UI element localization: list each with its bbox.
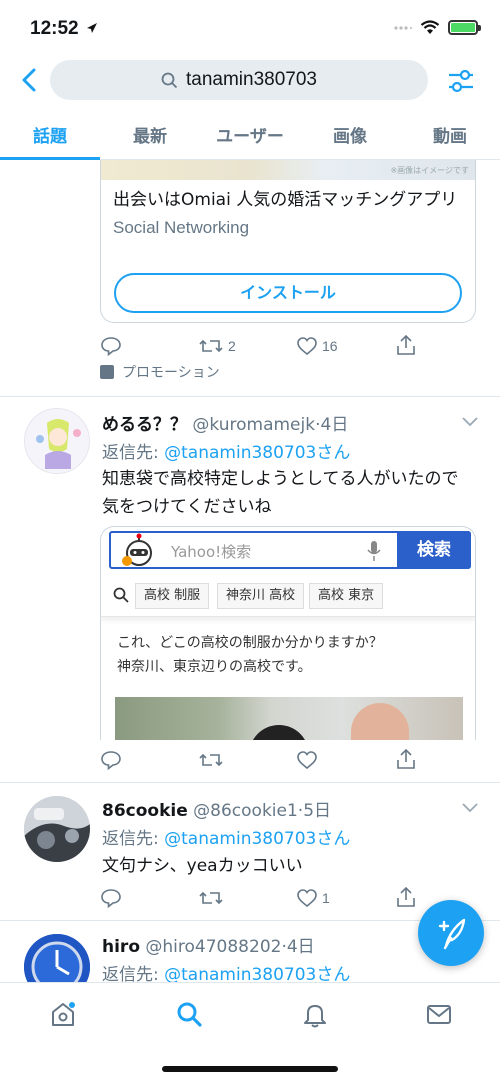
reply-target-link[interactable]: @tanamin380703さん xyxy=(164,965,350,982)
tweet-text: 文句ナシ、yeaカッコいい xyxy=(102,856,303,876)
chevron-down-icon[interactable] xyxy=(460,802,480,814)
timestamp: 4日 xyxy=(286,937,315,957)
promoted-text: プロモーション xyxy=(122,365,220,381)
search-icon xyxy=(161,72,178,88)
location-arrow-icon xyxy=(87,23,97,33)
like-count: 16 xyxy=(322,338,338,354)
avatar-photo xyxy=(24,796,90,862)
status-time: 12:52 xyxy=(30,18,79,39)
reply-to: 返信先: @tanamin380703さん xyxy=(102,438,350,463)
heart-icon[interactable] xyxy=(296,750,318,770)
like-action[interactable]: 1 xyxy=(296,888,330,908)
tab-latest[interactable]: 最新 xyxy=(100,108,200,159)
tweet-header: めるる？？ @kuromamejk·4日 xyxy=(102,415,349,435)
promo-app-card[interactable]: ※画像はイメージです 出会いはOmiai 人気の婚活マッチングアプリ Socia… xyxy=(100,160,476,323)
tab-top[interactable]: 話題 xyxy=(0,108,100,160)
avatar[interactable] xyxy=(24,408,90,474)
battery-icon xyxy=(448,20,481,35)
retweet-count: 2 xyxy=(228,338,236,354)
yahoo-photo xyxy=(115,697,463,740)
reply-prefix: 返信先: xyxy=(102,829,165,849)
suggestion-chip: 高校 東京 xyxy=(309,583,384,609)
yahoo-placeholder: Yahoo!検索 xyxy=(171,543,252,561)
tweet-header: hiro @hiro47088202·4日 xyxy=(102,937,315,957)
promoted-label: プロモーション xyxy=(100,362,220,382)
search-icon xyxy=(113,587,129,603)
handle[interactable]: @kuromamejk xyxy=(192,415,315,435)
reply-icon[interactable] xyxy=(100,336,122,356)
reply-icon[interactable] xyxy=(100,888,122,908)
search-icon[interactable] xyxy=(174,999,204,1029)
messages-mail-icon[interactable] xyxy=(424,999,454,1029)
wifi-icon xyxy=(420,20,440,34)
tweet-header: 86cookie @86cookie1·5日 xyxy=(102,801,332,821)
suggestion-chip: 高校 制服 xyxy=(135,583,210,609)
promo-image-caption: ※画像はイメージです xyxy=(390,166,469,175)
chevron-down-icon[interactable] xyxy=(460,416,480,428)
handle[interactable]: @86cookie1 xyxy=(193,801,298,821)
compose-feather-icon xyxy=(438,918,466,950)
promoted-icon xyxy=(100,365,114,379)
avatar-photo xyxy=(24,934,90,982)
suggestion-chip: 神奈川 高校 xyxy=(217,583,305,609)
retweet-action[interactable]: 2 xyxy=(198,336,236,356)
search-header: tanamin380703 xyxy=(0,56,500,106)
tweet-text: 知恵袋で高校特定しようとしてる人がいたので気をつけてくださいね xyxy=(102,469,459,517)
promo-category: Social Networking xyxy=(113,218,250,237)
share-icon[interactable] xyxy=(396,334,416,356)
yahoo-suggestions: 高校 制服 神奈川 高校 高校 東京 xyxy=(101,575,475,617)
divider xyxy=(0,396,500,397)
yahoo-question: これ、どこの高校の制服か分かりますか？ 神奈川、東京辺りの高校です。 xyxy=(117,635,383,675)
handle[interactable]: @hiro47088202 xyxy=(145,937,281,957)
search-input[interactable]: tanamin380703 xyxy=(50,60,428,100)
tab-videos[interactable]: 動画 xyxy=(400,108,500,159)
heart-icon xyxy=(297,889,317,908)
display-name[interactable]: hiro xyxy=(102,937,140,957)
reply-to: 返信先: @tanamin380703さん xyxy=(102,960,350,982)
back-arrow-icon[interactable] xyxy=(16,64,44,96)
yahoo-robot-icon xyxy=(122,533,152,566)
timestamp: 5日 xyxy=(303,801,332,821)
home-icon[interactable] xyxy=(48,999,78,1029)
like-action[interactable]: 16 xyxy=(296,336,338,356)
reply-icon[interactable] xyxy=(100,750,122,770)
reply-prefix: 返信先: xyxy=(102,965,165,982)
notifications-bell-icon[interactable] xyxy=(300,999,330,1029)
tweet-feed: ※画像はイメージです 出会いはOmiai 人気の婚活マッチングアプリ Socia… xyxy=(0,160,500,982)
timestamp: 4日 xyxy=(320,415,349,435)
retweet-icon[interactable] xyxy=(198,750,224,770)
reply-target-link[interactable]: @tanamin380703さん xyxy=(164,829,350,849)
avatar[interactable] xyxy=(24,796,90,862)
compose-tweet-button[interactable] xyxy=(418,900,484,966)
reply-prefix: 返信先: xyxy=(102,443,165,463)
install-button[interactable]: インストール xyxy=(114,273,462,313)
heart-icon xyxy=(297,337,317,356)
filter-settings-icon[interactable] xyxy=(444,64,478,98)
display-name[interactable]: 86cookie xyxy=(102,801,188,821)
display-name[interactable]: めるる？？ xyxy=(102,415,187,435)
retweet-icon[interactable] xyxy=(198,888,224,908)
like-count: 1 xyxy=(322,890,330,906)
reply-target-link[interactable]: @tanamin380703さん xyxy=(164,443,350,463)
home-indicator xyxy=(162,1066,338,1072)
microphone-icon xyxy=(367,541,381,561)
retweet-icon xyxy=(199,339,223,353)
promo-image: ※画像はイメージです xyxy=(101,160,475,180)
share-icon[interactable] xyxy=(396,748,416,770)
search-tabs: 話題 最新 ユーザー 画像 動画 xyxy=(0,108,500,160)
status-bar: 12:52 xyxy=(0,0,500,56)
tweet-image[interactable]: Yahoo!検索 検索 高校 制服 神奈川 高校 高校 東京 これ、どこの高校の… xyxy=(100,526,476,740)
avatar-illustration xyxy=(25,409,89,473)
yahoo-search-button: 検索 xyxy=(397,531,471,569)
divider xyxy=(0,782,500,783)
search-query: tanamin380703 xyxy=(186,69,317,90)
signal-icon xyxy=(394,25,412,30)
promo-title: 出会いはOmiai 人気の婚活マッチングアプリ xyxy=(113,190,458,210)
avatar[interactable] xyxy=(24,934,90,982)
tab-users[interactable]: ユーザー xyxy=(200,108,300,159)
reply-to: 返信先: @tanamin380703さん xyxy=(102,824,350,849)
yahoo-search-bar: Yahoo!検索 検索 xyxy=(109,531,471,569)
share-icon[interactable] xyxy=(396,886,416,908)
tab-images[interactable]: 画像 xyxy=(300,108,400,159)
